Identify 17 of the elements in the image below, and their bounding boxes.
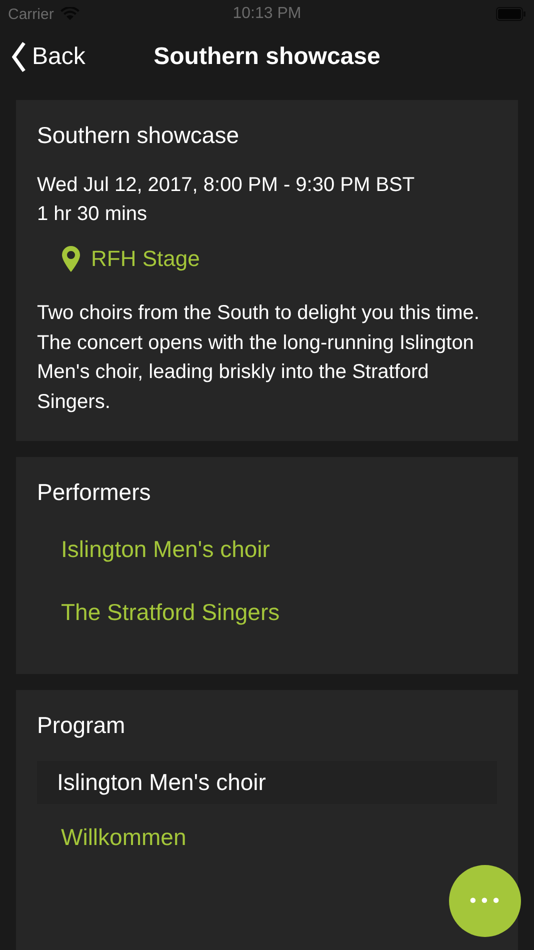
event-duration: 1 hr 30 mins xyxy=(37,202,148,227)
chevron-left-icon xyxy=(12,41,26,73)
event-datetime: Wed Jul 12, 2017, 8:00 PM - 9:30 PM BST xyxy=(37,173,415,198)
screen-title: Southern showcase xyxy=(154,43,380,71)
event-description: Two choirs from the South to delight you this time. The concert opens with the long-running Islington Men's choir, leading briskly into the Stratford Singers. xyxy=(37,301,480,414)
piece-link[interactable]: Willkommen xyxy=(61,824,186,851)
venue-link[interactable]: RFH Stage xyxy=(61,245,200,273)
carrier-label: Carrier xyxy=(8,6,54,22)
clock-time: 10:13 PM xyxy=(232,5,302,23)
section-title: Performers xyxy=(37,479,151,506)
section-title: Program xyxy=(37,712,126,739)
performer-link[interactable]: Islington Men's choir xyxy=(61,536,270,563)
performer-link[interactable]: The Stratford Singers xyxy=(61,599,280,626)
back-button[interactable]: Back xyxy=(12,41,86,73)
performer-header: Islington Men's choir xyxy=(37,761,497,804)
location-pin-icon xyxy=(61,245,81,273)
event-title: Southern showcase xyxy=(37,122,240,149)
